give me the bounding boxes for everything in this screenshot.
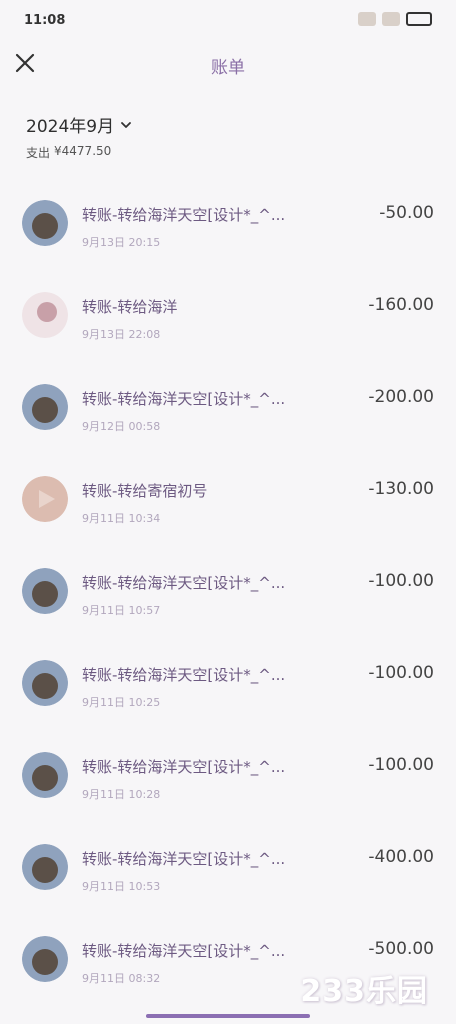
- home-indicator[interactable]: [146, 1014, 310, 1018]
- avatar: [22, 660, 68, 706]
- transaction-row[interactable]: 转账-转给海洋天空[设计*_^... 9月11日 10:25 -100.00: [0, 626, 456, 718]
- transaction-amount: -130.00: [368, 479, 434, 499]
- transaction-title: 转账-转给海洋天空[设计*_^...: [82, 390, 286, 408]
- transaction-list: 转账-转给海洋天空[设计*_^... 9月13日 20:15 -50.00 转账…: [0, 166, 456, 994]
- transaction-time: 9月11日 10:25: [82, 696, 161, 709]
- signal-icon: [382, 12, 400, 26]
- transaction-time: 9月11日 10:34: [82, 512, 161, 525]
- transaction-row[interactable]: 转账-转给海洋天空[设计*_^... 9月11日 10:28 -100.00: [0, 718, 456, 810]
- transaction-amount: -100.00: [368, 571, 434, 591]
- transaction-amount: -200.00: [368, 387, 434, 407]
- transaction-amount: -400.00: [368, 847, 434, 867]
- transaction-time: 9月13日 22:08: [82, 328, 161, 341]
- avatar: [22, 200, 68, 246]
- transaction-title: 转账-转给海洋天空[设计*_^...: [82, 850, 286, 868]
- transaction-amount: -100.00: [368, 755, 434, 775]
- monthly-summary: 支出 ¥4477.50: [26, 144, 111, 161]
- transaction-title: 转账-转给海洋天空[设计*_^...: [82, 666, 286, 684]
- avatar: [22, 568, 68, 614]
- transaction-time: 9月11日 10:57: [82, 604, 161, 617]
- transaction-title: 转账-转给海洋天空[设计*_^...: [82, 574, 286, 592]
- transaction-row[interactable]: 转账-转给寄宿初号 9月11日 10:34 -130.00: [0, 442, 456, 534]
- header: 账单: [0, 40, 456, 86]
- avatar: [22, 292, 68, 338]
- watermark-logo: 233乐园: [300, 974, 428, 1009]
- transaction-title: 转账-转给海洋天空[设计*_^...: [82, 942, 286, 960]
- transaction-title: 转账-转给海洋天空[设计*_^...: [82, 206, 286, 224]
- transaction-title: 转账-转给寄宿初号: [82, 482, 208, 500]
- transaction-time: 9月11日 10:28: [82, 788, 161, 801]
- avatar: [22, 936, 68, 982]
- status-time: 11:08: [24, 13, 66, 28]
- transaction-title: 转账-转给海洋天空[设计*_^...: [82, 758, 286, 776]
- avatar: [22, 752, 68, 798]
- transaction-time: 9月11日 10:53: [82, 880, 161, 893]
- chevron-down-icon: [121, 121, 131, 128]
- transaction-title: 转账-转给海洋: [82, 298, 178, 316]
- month-label: 2024年9月: [26, 117, 115, 137]
- summary-label: 支出: [26, 146, 51, 160]
- notification-icon: [358, 12, 376, 26]
- transaction-row[interactable]: 转账-转给海洋天空[设计*_^... 9月13日 20:15 -50.00: [0, 166, 456, 258]
- month-selector[interactable]: 2024年9月: [26, 112, 132, 137]
- transaction-amount: -50.00: [379, 203, 434, 223]
- transaction-amount: -500.00: [368, 939, 434, 959]
- page-title: 账单: [211, 58, 245, 78]
- avatar: [22, 476, 68, 522]
- transaction-row[interactable]: 转账-转给海洋天空[设计*_^... 9月12日 00:58 -200.00: [0, 350, 456, 442]
- transaction-time: 9月11日 08:32: [82, 972, 161, 985]
- avatar: [22, 384, 68, 430]
- status-bar: 11:08: [0, 0, 456, 40]
- transaction-amount: -100.00: [368, 663, 434, 683]
- transaction-amount: -160.00: [368, 295, 434, 315]
- transaction-time: 9月12日 00:58: [82, 420, 161, 433]
- transaction-row[interactable]: 转账-转给海洋 9月13日 22:08 -160.00: [0, 258, 456, 350]
- transaction-row[interactable]: 转账-转给海洋天空[设计*_^... 9月11日 10:57 -100.00: [0, 534, 456, 626]
- status-icons: [358, 12, 432, 26]
- transaction-time: 9月13日 20:15: [82, 236, 161, 249]
- battery-icon: [406, 12, 432, 26]
- avatar: [22, 844, 68, 890]
- transaction-row[interactable]: 转账-转给海洋天空[设计*_^... 9月11日 10:53 -400.00: [0, 810, 456, 902]
- summary-amount: ¥4477.50: [54, 144, 112, 158]
